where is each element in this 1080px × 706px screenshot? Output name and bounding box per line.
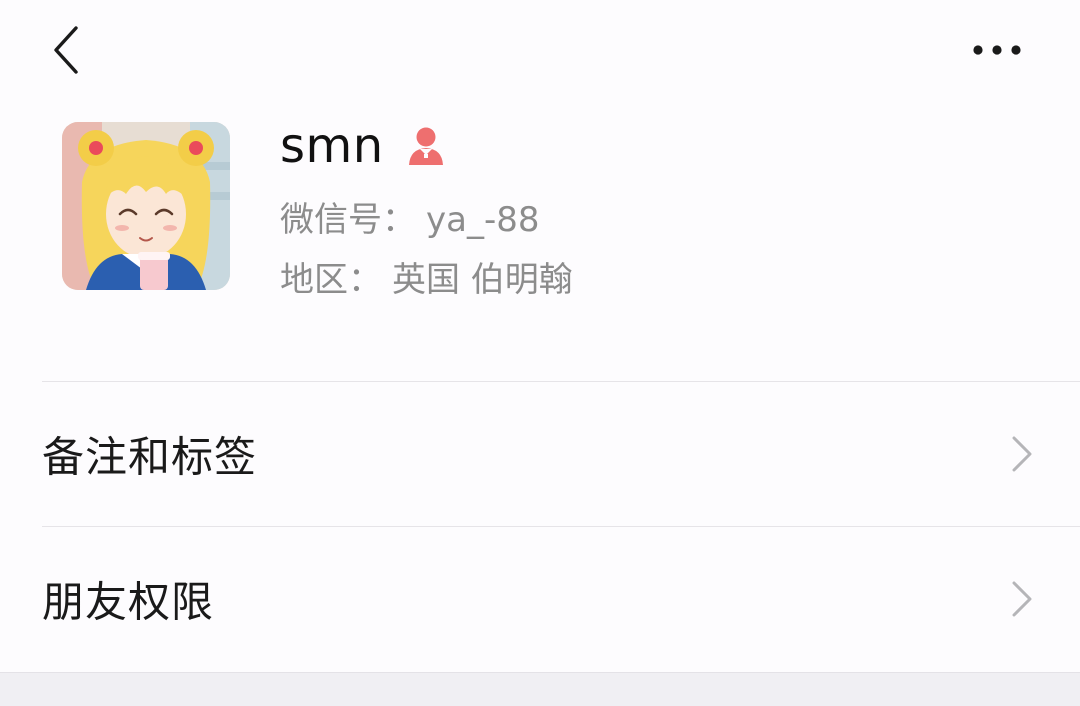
- wechat-id-line: 微信号： ya_-88: [280, 192, 540, 241]
- nav-bar: [0, 0, 1080, 100]
- chevron-left-icon: [54, 26, 78, 74]
- back-button[interactable]: [40, 18, 100, 82]
- section-gap: [0, 672, 1080, 706]
- menu-item-label: 备注和标签: [42, 432, 258, 482]
- avatar[interactable]: [62, 122, 230, 290]
- menu-item-remarks-tags[interactable]: 备注和标签: [0, 382, 1080, 526]
- region-label: 地区：: [280, 260, 382, 300]
- profile-header: smn 微信号： ya_-88 地区： 英国 伯明翰: [0, 100, 1080, 382]
- menu-item-label: 朋友权限: [42, 577, 215, 627]
- wechat-id-value[interactable]: ya_-88: [426, 200, 540, 240]
- nickname: smn: [280, 118, 384, 174]
- female-gender-icon: [406, 125, 446, 167]
- wechat-id-label: 微信号：: [280, 200, 416, 240]
- chevron-right-icon: [1012, 581, 1032, 617]
- contact-profile-screen: smn 微信号： ya_-88 地区： 英国 伯明翰 备注和标签 朋友权限: [0, 0, 1080, 706]
- region-value: 英国 伯明翰: [392, 260, 573, 300]
- more-button[interactable]: [960, 28, 1036, 72]
- more-horizontal-icon: [973, 45, 1021, 55]
- avatar-image: [62, 122, 230, 290]
- menu-item-friend-permissions[interactable]: 朋友权限: [0, 527, 1080, 671]
- region-line: 地区： 英国 伯明翰: [280, 252, 573, 301]
- nickname-row: smn: [280, 114, 446, 178]
- chevron-right-icon: [1012, 436, 1032, 472]
